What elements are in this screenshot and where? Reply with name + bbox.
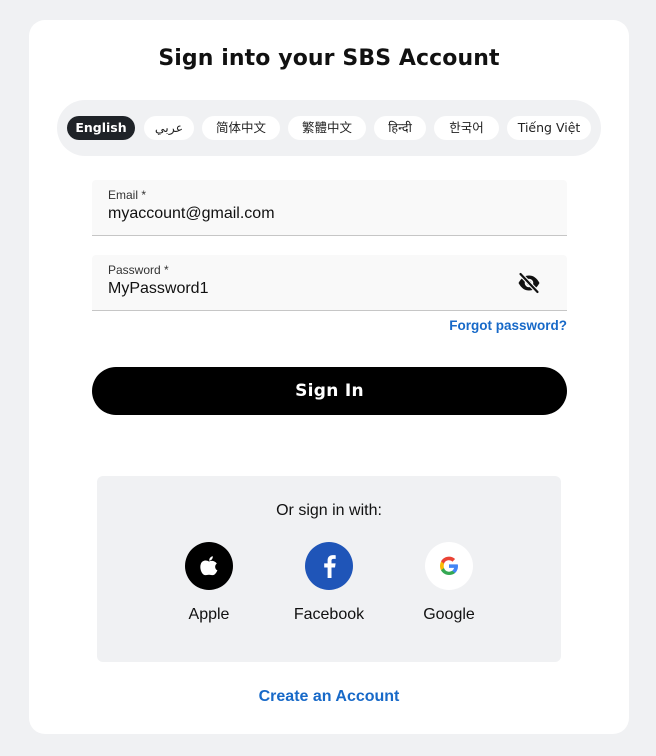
create-account-link[interactable]: Create an Account: [29, 688, 629, 706]
google-sign-in-button[interactable]: Google: [404, 542, 494, 624]
language-vietnamese[interactable]: Tiếng Việt: [507, 116, 591, 140]
email-label: Email *: [108, 188, 147, 202]
facebook-icon: [305, 542, 353, 590]
social-heading: Or sign in with:: [276, 502, 382, 519]
email-input[interactable]: myaccount@gmail.com: [108, 205, 275, 223]
language-traditional-chinese[interactable]: 繁體中文: [288, 116, 366, 140]
email-field[interactable]: Email * myaccount@gmail.com: [92, 180, 567, 236]
language-arabic[interactable]: عربي: [144, 116, 194, 140]
forgot-password-link[interactable]: Forgot password?: [449, 318, 567, 333]
sign-in-button[interactable]: Sign In: [92, 367, 567, 415]
apple-label: Apple: [188, 606, 230, 623]
language-selector: English عربي 简体中文 繁體中文 हिन्दी 한국어 Tiếng …: [57, 100, 601, 156]
google-icon: [425, 542, 473, 590]
password-field[interactable]: Password * MyPassword1: [92, 255, 567, 311]
apple-icon: [185, 542, 233, 590]
language-hindi[interactable]: हिन्दी: [374, 116, 426, 140]
facebook-sign-in-button[interactable]: Facebook: [284, 542, 374, 624]
page-title: Sign into your SBS Account: [158, 46, 500, 71]
google-label: Google: [423, 606, 475, 623]
language-korean[interactable]: 한국어: [434, 116, 499, 140]
apple-sign-in-button[interactable]: Apple: [164, 542, 254, 624]
password-input[interactable]: MyPassword1: [108, 280, 208, 298]
language-english[interactable]: English: [67, 116, 135, 140]
password-label: Password *: [108, 263, 169, 277]
facebook-label: Facebook: [293, 606, 365, 623]
eye-off-icon[interactable]: [517, 271, 541, 295]
sign-in-card: Sign into your SBS Account English عربي …: [29, 20, 629, 734]
language-simplified-chinese[interactable]: 简体中文: [202, 116, 280, 140]
social-sign-in-panel: Or sign in with: Apple Facebook Google: [97, 476, 561, 662]
